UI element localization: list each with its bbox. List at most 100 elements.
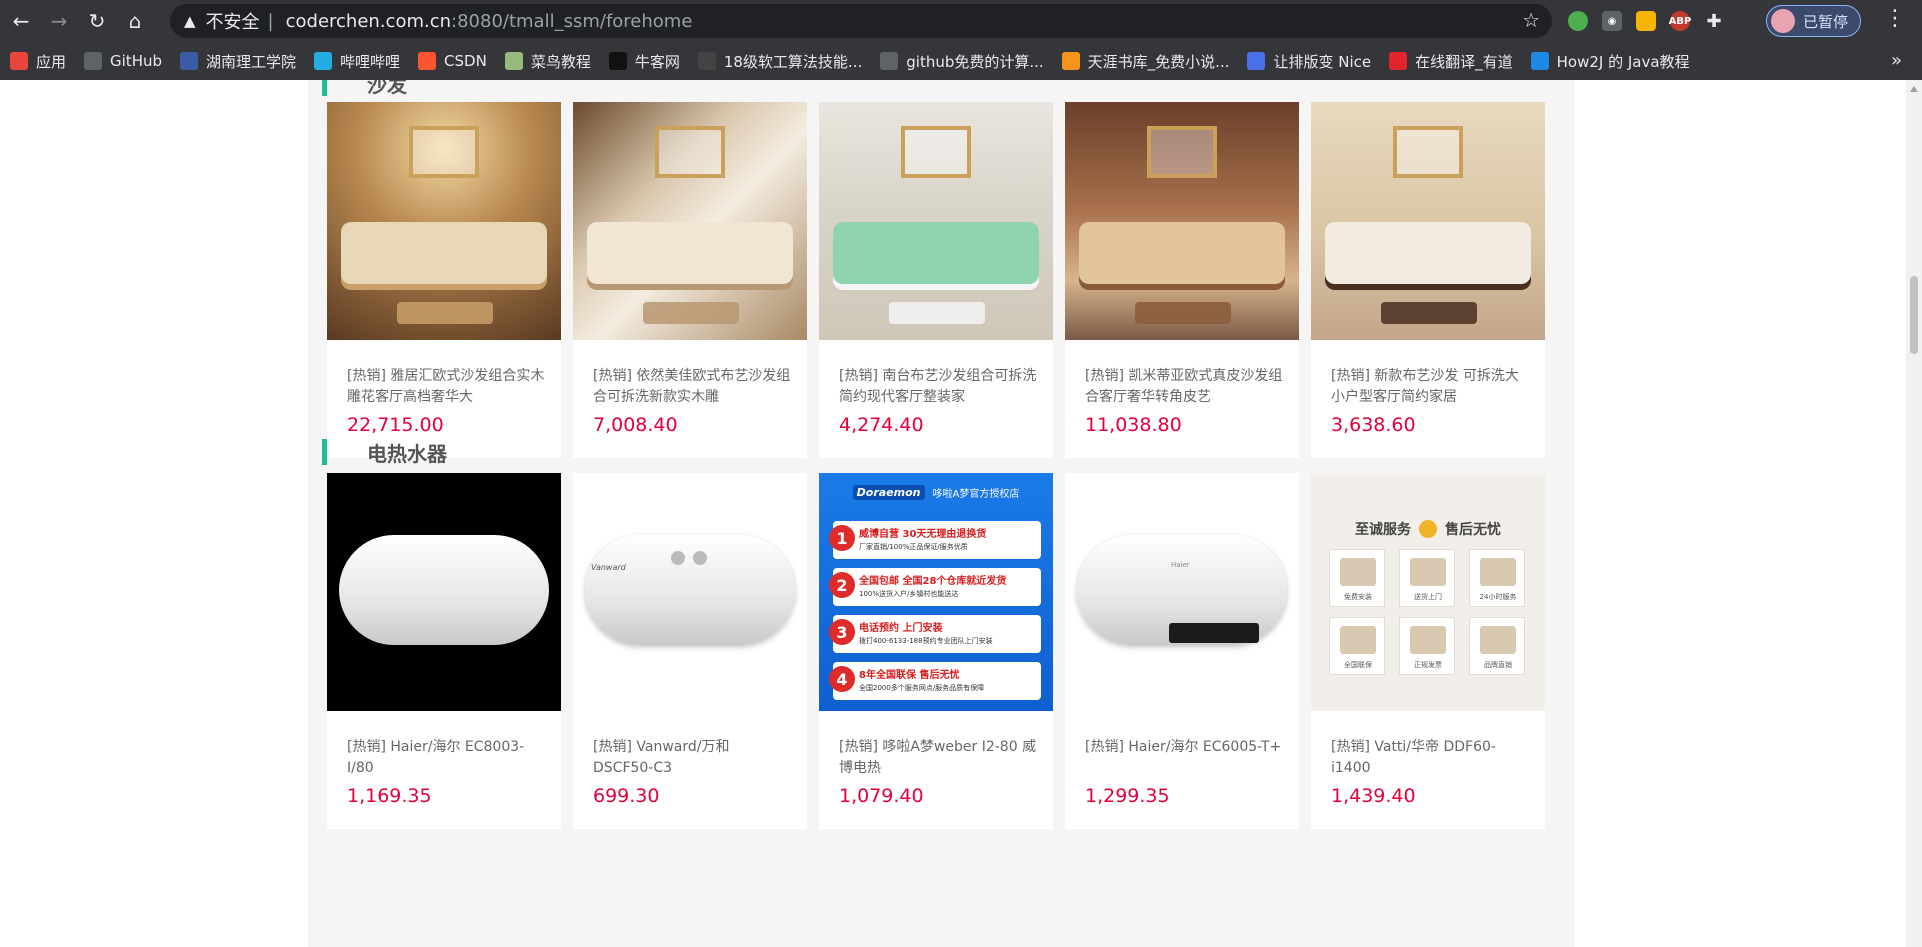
product-card[interactable]: [热销] 依然美佳欧式布艺沙发组合可拆洗新款实木雕 7,008.40	[573, 102, 807, 458]
bookmark-item[interactable]: 18级软工算法技能...	[697, 51, 863, 72]
insecure-label[interactable]: 不安全	[206, 8, 260, 34]
product-card[interactable]: Doraemon 哆啦A梦官方授权店 1 威博自营 30天无理由退换货 厂家直销/100…	[819, 473, 1053, 829]
address-bar[interactable]: ▲ 不安全 | coderchen.com.cn:8080/tmall_ssm/…	[170, 4, 1552, 38]
product-name-link[interactable]: [热销] 哆啦A梦weber I2-80 威博电热	[839, 737, 1039, 779]
product-card[interactable]: Haier [热销] Haier/海尔 EC6005-T+ 1,299.35	[1065, 473, 1299, 829]
product-name-link[interactable]: [热销] 雅居汇欧式沙发组合实木雕花客厅高档奢华大	[347, 366, 547, 408]
url-path[interactable]: :8080/tmall_ssm/forehome	[451, 11, 692, 32]
product-image-frame[interactable]: Doraemon 哆啦A梦官方授权店 1 威博自营 30天无理由退换货 厂家直销/100…	[819, 473, 1053, 711]
product-name-link[interactable]: [热销] 依然美佳欧式布艺沙发组合可拆洗新款实木雕	[593, 366, 793, 408]
bookmark-label: CSDN	[444, 52, 487, 70]
product-image[interactable]	[327, 102, 561, 340]
reload-icon[interactable]: ↻	[80, 4, 114, 38]
forward-arrow-icon[interactable]: →	[42, 4, 76, 38]
section-title-water-heater: 电热水器	[322, 439, 447, 466]
product-card[interactable]: [热销] 雅居汇欧式沙发组合实木雕花客厅高档奢华大 22,715.00	[327, 102, 561, 458]
product-price: 4,274.40	[839, 414, 924, 436]
bookmark-item[interactable]: How2J 的 Java教程	[1530, 51, 1690, 72]
bookmark-item[interactable]: 牛客网	[608, 51, 680, 72]
bookmark-item[interactable]: github免费的计算...	[880, 51, 1044, 72]
bookmark-star-icon[interactable]: ☆	[1522, 8, 1540, 32]
product-price: 1,079.40	[839, 785, 924, 807]
product-image-frame[interactable]: Vanward	[573, 473, 807, 711]
product-image-frame[interactable]	[819, 102, 1053, 340]
product-image[interactable]	[327, 473, 561, 711]
product-name-link[interactable]: [热销] Haier/海尔 EC6005-T+	[1085, 737, 1285, 758]
product-image-frame[interactable]	[327, 473, 561, 711]
more-menu-icon[interactable]: ⋮	[1880, 6, 1910, 31]
url-host[interactable]: coderchen.com.cn	[286, 11, 451, 32]
avatar	[1771, 9, 1795, 33]
product-card[interactable]: [热销] 南台布艺沙发组合可拆洗简约现代客厅整装家 4,274.40	[819, 102, 1053, 458]
back-arrow-icon[interactable]: ←	[4, 4, 38, 38]
home-icon[interactable]: ⌂	[118, 4, 152, 38]
color-picker-extension-icon[interactable]	[1568, 11, 1588, 31]
section-title-text: 电热水器	[367, 441, 447, 466]
product-name-link[interactable]: [热销] 南台布艺沙发组合可拆洗简约现代客厅整装家	[839, 366, 1039, 408]
product-image[interactable]	[573, 102, 807, 340]
warning-triangle-icon[interactable]: ▲	[184, 12, 196, 30]
product-card[interactable]: [热销] Haier/海尔 EC8003-I/80 1,169.35	[327, 473, 561, 829]
bookmark-item[interactable]: 湖南理工学院	[180, 51, 296, 72]
bookmark-label: 18级软工算法技能...	[723, 52, 863, 71]
product-card[interactable]: Vanward [热销] Vanward/万和 DSCF50-C3 699.30	[573, 473, 807, 829]
course-icon	[697, 52, 716, 70]
scrollbar[interactable]	[1906, 80, 1922, 947]
product-image[interactable]: 至诚服务 售后无忧 免费安装 送货上门 24小时服务 全国联保 正规发票 品牌直销	[1311, 473, 1545, 711]
bookmark-item[interactable]: 在线翻译_有道	[1389, 51, 1513, 72]
bookmark-item[interactable]: GitHub	[84, 52, 162, 70]
product-image[interactable]	[819, 102, 1053, 340]
product-image-frame[interactable]	[573, 102, 807, 340]
google-extension-icon[interactable]	[1636, 11, 1656, 31]
scroll-up-arrow-icon[interactable]	[1910, 86, 1918, 92]
service-badge-icon	[1419, 520, 1437, 538]
more-bookmarks-icon[interactable]: »	[1891, 50, 1902, 71]
puzzle-extensions-icon[interactable]: ✚	[1704, 11, 1724, 32]
product-price: 699.30	[593, 785, 660, 807]
scrollbar-thumb[interactable]	[1910, 276, 1918, 354]
youdao-icon	[1389, 52, 1408, 70]
promo-number-badge: 1	[829, 525, 855, 551]
product-image[interactable]	[1065, 102, 1299, 340]
promo-row-title: 威博自营 30天无理由退换货	[859, 529, 987, 540]
bookmark-item[interactable]: 让排版变 Nice	[1247, 51, 1371, 72]
service-tile-label: 品牌直销	[1484, 661, 1512, 669]
promo-row-sub: 100%送货入户/乡镇村也能送达	[859, 590, 959, 598]
product-image[interactable]: Doraemon 哆啦A梦官方授权店 1 威博自营 30天无理由退换货 厂家直销/100…	[819, 473, 1053, 711]
product-name-link[interactable]: [热销] 凯米蒂亚欧式真皮沙发组合客厅奢华转角皮艺	[1085, 366, 1285, 408]
bookmark-item[interactable]: 天涯书库_免费小说...	[1061, 51, 1229, 72]
bookmark-item[interactable]: 哔哩哔哩	[314, 51, 400, 72]
product-name-link[interactable]: [热销] 新款布艺沙发 可拆洗大小户型客厅简约家居	[1331, 366, 1531, 408]
product-price: 1,299.35	[1085, 785, 1170, 807]
product-image-frame[interactable]	[1065, 102, 1299, 340]
bookmark-item[interactable]: 应用	[10, 51, 66, 72]
product-card[interactable]: [热销] 凯米蒂亚欧式真皮沙发组合客厅奢华转角皮艺 11,038.80	[1065, 102, 1299, 458]
coffee-table-shape	[889, 302, 985, 324]
wall-art-shape	[901, 126, 971, 178]
product-card[interactable]: [热销] 新款布艺沙发 可拆洗大小户型客厅简约家居 3,638.60	[1311, 102, 1545, 458]
product-image-frame[interactable]: 至诚服务 售后无忧 免费安装 送货上门 24小时服务 全国联保 正规发票 品牌直销	[1311, 473, 1545, 711]
service-tile: 免费安装	[1329, 549, 1385, 607]
github-icon	[84, 52, 103, 70]
product-image-frame[interactable]: Haier	[1065, 473, 1299, 711]
product-name-link[interactable]: [热销] Vanward/万和 DSCF50-C3	[593, 737, 793, 779]
water-heater-shape	[585, 535, 795, 645]
bookmark-item[interactable]: CSDN	[418, 52, 487, 70]
adblock-plus-icon[interactable]: ABP	[1669, 11, 1691, 31]
page-viewport: 沙发 [热销] 雅居汇欧式沙发组合实木雕花客厅高档奢华大 22,715.00 [热销…	[0, 80, 1922, 947]
product-image-frame[interactable]	[327, 102, 561, 340]
product-card[interactable]: 至诚服务 售后无忧 免费安装 送货上门 24小时服务 全国联保 正规发票 品牌直销 [热销] V…	[1311, 473, 1545, 829]
product-image[interactable]	[1311, 102, 1545, 340]
product-name-link[interactable]: [热销] Haier/海尔 EC8003-I/80	[347, 737, 547, 779]
promo-brand: Doraemon	[852, 485, 925, 500]
product-image[interactable]: Vanward	[573, 473, 807, 711]
coffee-table-shape	[1135, 302, 1231, 324]
camera-extension-icon[interactable]: ◉	[1602, 11, 1622, 31]
product-image[interactable]: Haier	[1065, 473, 1299, 711]
bookmark-item[interactable]: 菜鸟教程	[504, 51, 591, 72]
product-name-link[interactable]: [热销] Vatti/华帝 DDF60-i1400	[1331, 737, 1531, 779]
product-image-frame[interactable]	[1311, 102, 1545, 340]
service-headline-b: 售后无忧	[1445, 522, 1501, 538]
coffee-table-shape	[643, 302, 739, 324]
profile-button[interactable]: 已暂停	[1766, 5, 1862, 37]
